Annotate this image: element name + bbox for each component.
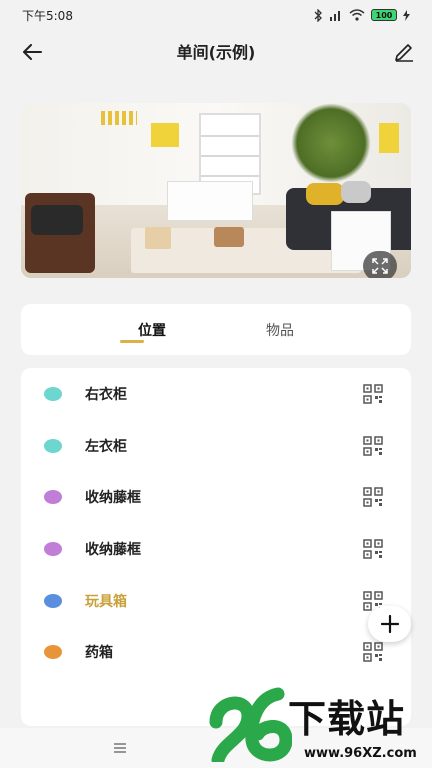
header: 单间(示例) <box>0 30 432 72</box>
list-item-label: 药箱 <box>85 644 113 661</box>
page-title: 单间(示例) <box>176 43 256 62</box>
list-item[interactable]: 右衣柜 <box>21 368 411 419</box>
list-item-label: 收纳藤框 <box>85 489 141 506</box>
color-dot <box>44 438 62 453</box>
tab-location[interactable]: 位置 <box>131 304 173 355</box>
list-item[interactable]: 玩具箱 <box>21 575 411 626</box>
status-bar: 下午5:08 100 <box>0 0 432 30</box>
list-item[interactable]: 左衣柜 <box>21 420 411 471</box>
qr-code-icon[interactable] <box>363 435 383 456</box>
back-button[interactable] <box>18 38 46 66</box>
active-tab-indicator <box>120 340 144 343</box>
edit-button[interactable] <box>390 37 418 65</box>
list-item[interactable]: 药箱 <box>21 626 411 677</box>
list-item[interactable]: 收纳藤框 <box>21 471 411 522</box>
watermark: 下载站 www.96XZ.com <box>200 684 432 768</box>
list-item-label: 右衣柜 <box>85 386 127 403</box>
list-item[interactable]: 收纳藤框 <box>21 523 411 574</box>
color-dot <box>44 489 62 504</box>
battery-icon: 100 <box>371 9 397 21</box>
expand-icon <box>372 258 388 274</box>
watermark-title: 下载站 <box>288 697 406 741</box>
signal-icon <box>330 11 340 21</box>
qr-code-icon[interactable] <box>363 538 383 559</box>
watermark-logo <box>209 687 292 762</box>
color-dot <box>44 541 62 556</box>
add-location-button[interactable] <box>368 606 411 642</box>
color-dot <box>44 593 62 608</box>
list-item-label: 收纳藤框 <box>85 541 141 558</box>
menu-icon[interactable] <box>112 740 128 756</box>
location-list: 右衣柜 左衣柜 收纳藤框 收纳藤框 玩具箱 药箱 <box>21 368 411 726</box>
status-icons: 100 <box>313 8 410 22</box>
fullscreen-button[interactable] <box>363 251 397 278</box>
charging-icon <box>403 9 410 21</box>
status-time: 下午5:08 <box>22 8 73 23</box>
qr-code-icon[interactable] <box>363 383 383 404</box>
bluetooth-icon <box>314 8 322 22</box>
wifi-icon <box>349 9 365 21</box>
room-photo[interactable] <box>21 103 411 278</box>
list-item-label: 玩具箱 <box>85 593 127 610</box>
plus-icon <box>380 614 399 634</box>
qr-code-icon[interactable] <box>363 486 383 507</box>
tab-bar: 位置 物品 <box>21 304 411 355</box>
arrow-left-icon <box>23 44 42 60</box>
color-dot <box>44 386 62 401</box>
tab-items[interactable]: 物品 <box>259 304 301 355</box>
color-dot <box>44 644 62 659</box>
pencil-icon <box>395 44 413 62</box>
battery-level: 100 <box>375 10 393 20</box>
list-item-label: 左衣柜 <box>85 438 127 455</box>
watermark-url: www.96XZ.com <box>304 746 417 761</box>
qr-code-icon[interactable] <box>363 641 383 662</box>
